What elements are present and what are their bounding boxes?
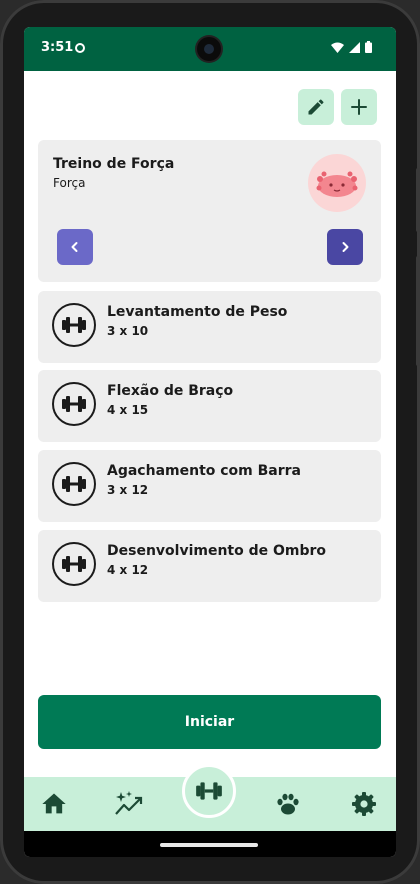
gesture-area [24,831,396,857]
nav-home[interactable] [38,788,70,820]
dumbbell-icon [52,462,96,506]
signal-icon [349,41,360,53]
phone-frame: 3:51 Treino de Força Força Levantamento … [0,0,420,884]
edit-button[interactable] [298,89,334,125]
dumbbell-icon [52,382,96,426]
chevron-left-icon [71,242,78,252]
dumbbell-icon [52,303,96,347]
pencil-icon [308,99,324,115]
nav-pet[interactable] [272,788,304,820]
exercise-sets-reps: 3 x 12 [107,483,149,497]
add-button[interactable] [341,89,377,125]
exercise-item[interactable]: Levantamento de Peso 3 x 10 [38,291,381,363]
exercise-name: Flexão de Braço [107,383,234,399]
next-workout-button[interactable] [327,229,363,265]
exercise-name: Desenvolvimento de Ombro [107,543,327,559]
volume-button [416,256,420,366]
exercise-name: Agachamento com Barra [107,463,302,479]
exercise-item[interactable]: Desenvolvimento de Ombro 4 x 12 [38,530,381,602]
gear-icon [352,792,376,816]
nav-settings[interactable] [348,788,380,820]
workout-card: Treino de Força Força [38,140,381,282]
workout-title: Treino de Força [53,156,175,172]
gesture-handle[interactable] [160,843,258,847]
status-time: 3:51 [41,40,74,55]
previous-workout-button[interactable] [57,229,93,265]
dumbbell-icon [52,542,96,586]
exercise-sets-reps: 3 x 10 [107,324,149,338]
exercise-sets-reps: 4 x 12 [107,563,149,577]
dumbbell-icon [196,782,222,800]
home-icon [42,793,66,814]
nav-progress[interactable] [113,788,145,820]
battery-icon [365,41,372,53]
nav-workout[interactable] [182,764,236,818]
exercise-item[interactable]: Agachamento com Barra 3 x 12 [38,450,381,522]
status-icons [331,41,372,53]
chevron-right-icon [342,242,349,252]
power-button [416,168,420,232]
front-camera [197,37,221,61]
exercise-sets-reps: 4 x 15 [107,403,149,417]
screen: 3:51 Treino de Força Força Levantamento … [24,27,396,857]
bottom-nav [24,764,396,831]
axolotl-mascot-icon [308,154,366,212]
start-button[interactable]: Iniciar [38,695,381,749]
exercise-item[interactable]: Flexão de Braço 4 x 15 [38,370,381,442]
wifi-icon [331,42,344,53]
exercise-name: Levantamento de Peso [107,304,288,320]
status-bar: 3:51 [24,27,396,71]
sparkle-chart-icon [115,791,143,815]
workout-category: Força [53,176,86,190]
notification-icon [75,43,85,53]
paw-icon [277,793,299,815]
plus-icon [351,99,367,115]
